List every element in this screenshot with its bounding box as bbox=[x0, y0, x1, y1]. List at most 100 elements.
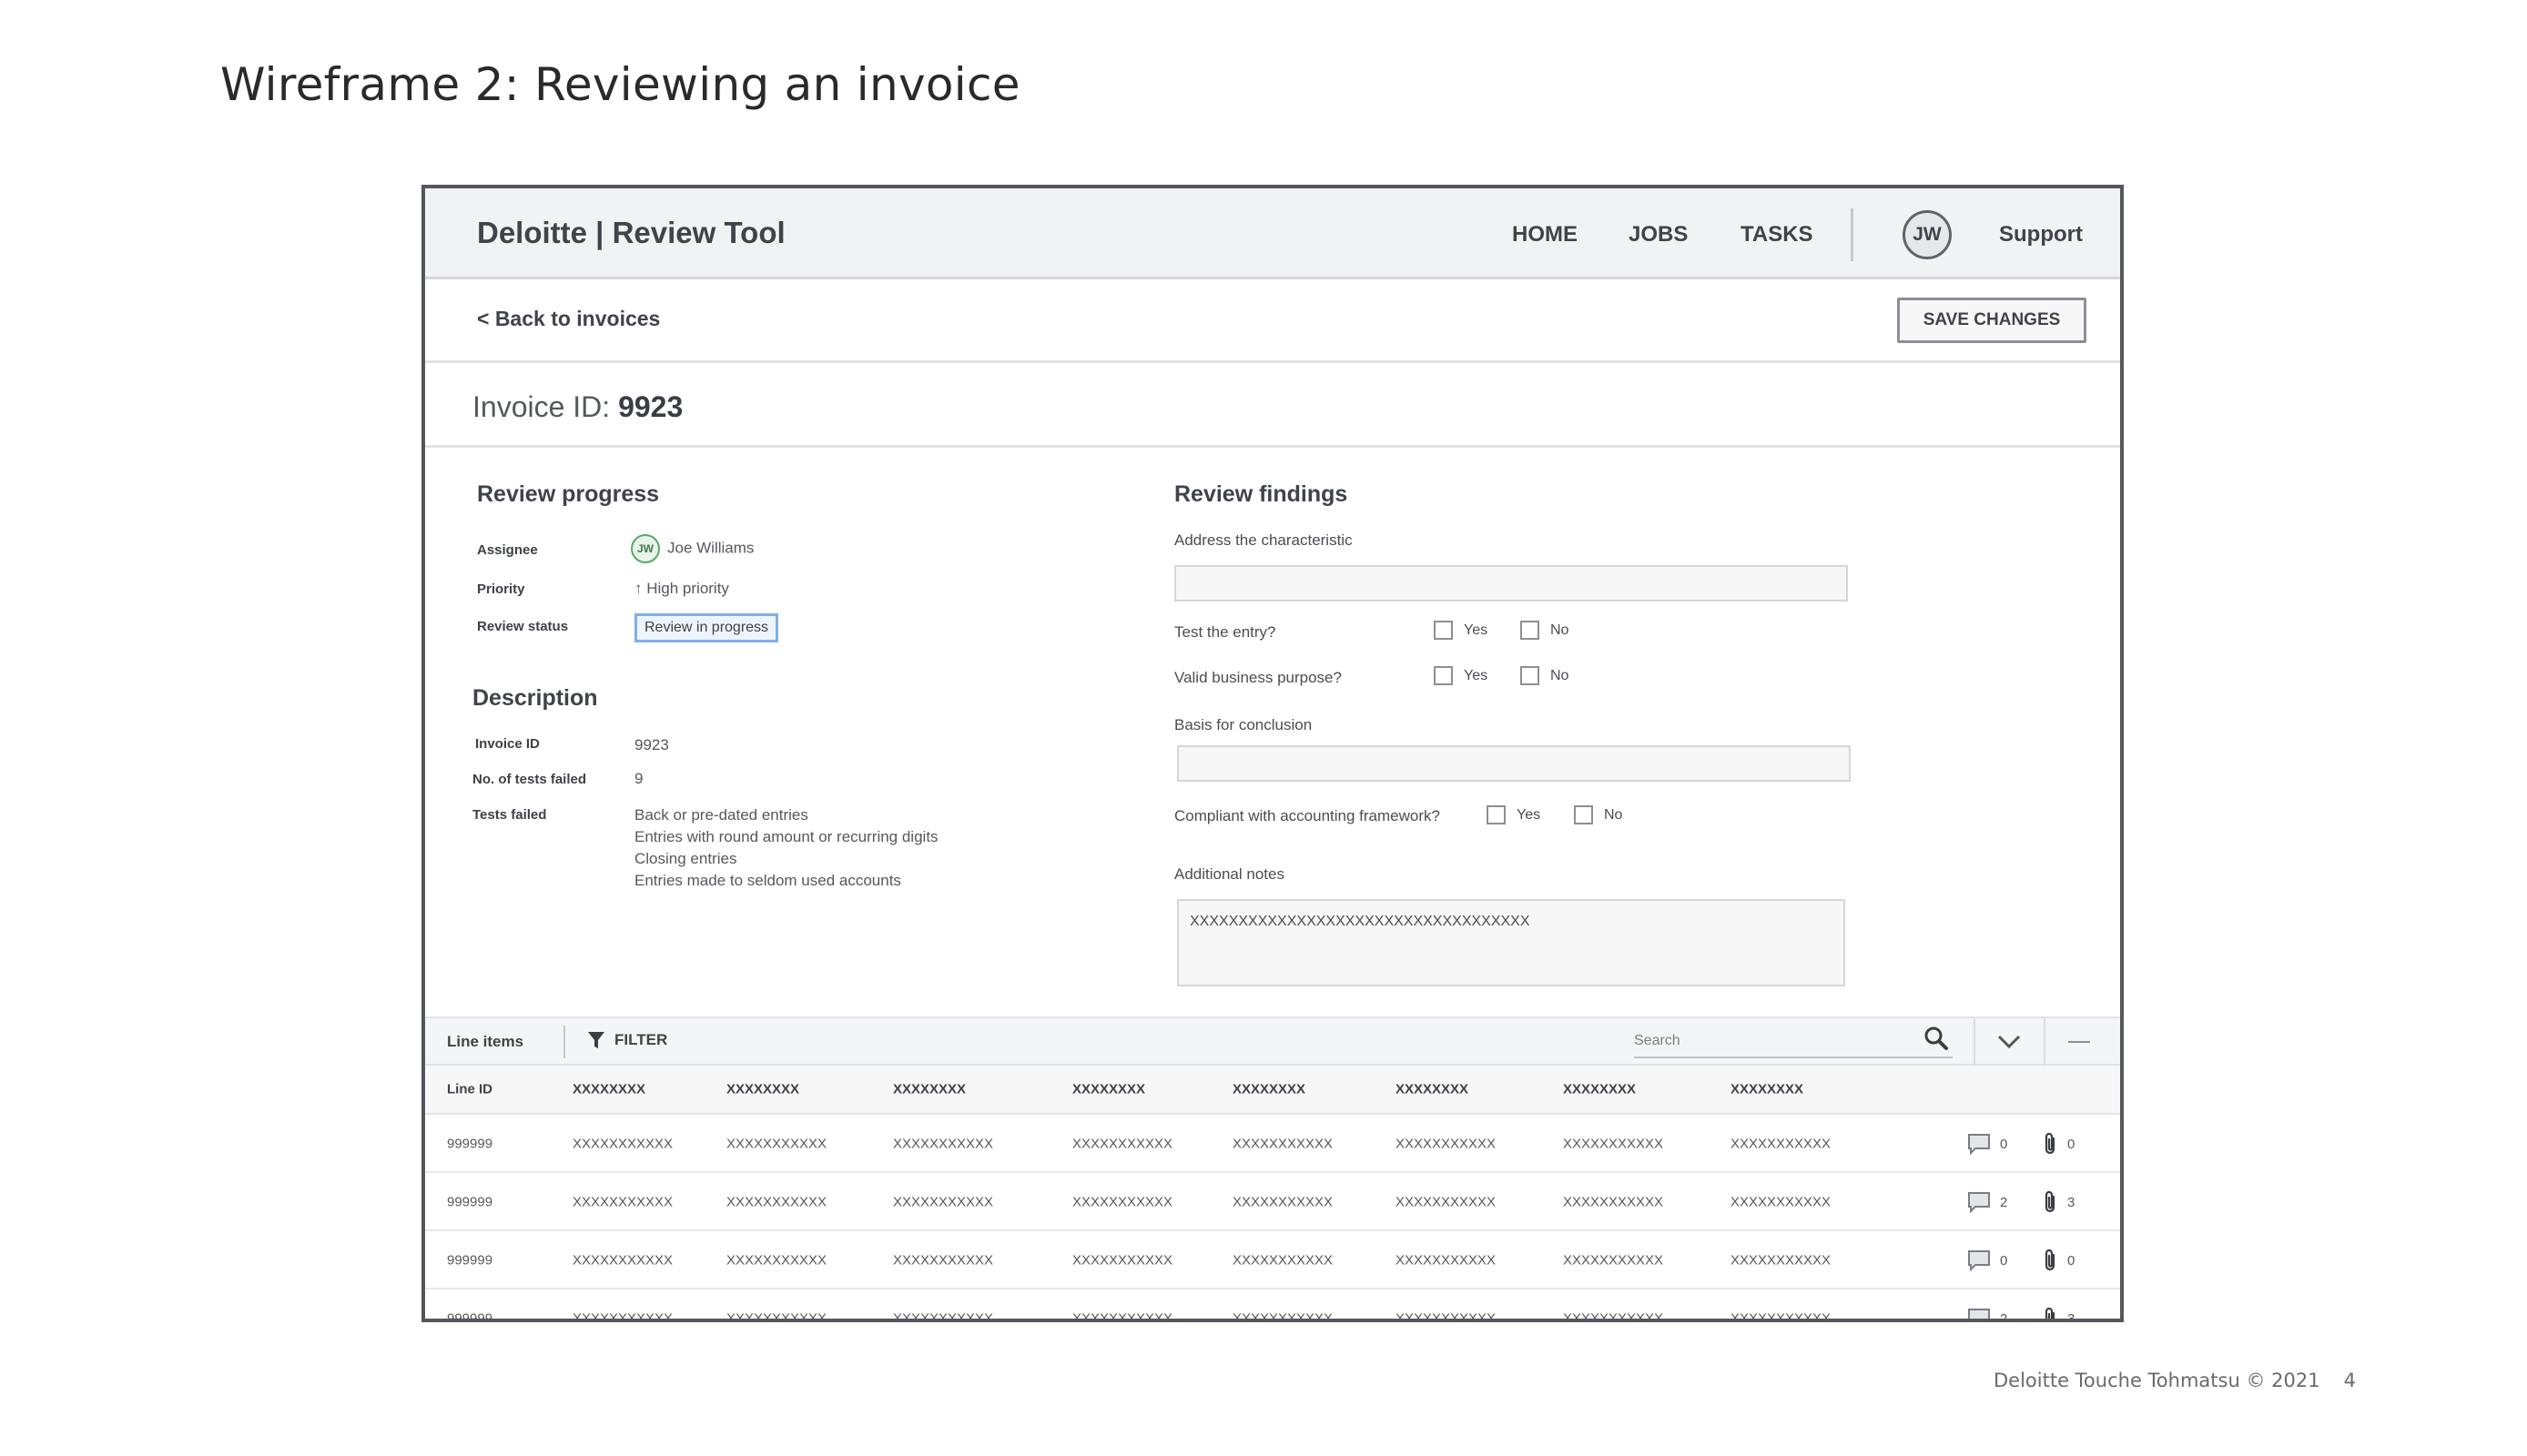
attachments-value: 0 bbox=[2067, 1136, 2075, 1152]
brand-logo[interactable]: Deloitte | Review Tool bbox=[477, 216, 786, 250]
toolbar-divider bbox=[563, 1026, 565, 1058]
review-findings-heading: Review findings bbox=[1174, 481, 1348, 507]
column-header[interactable]: XXXXXXXX bbox=[1730, 1082, 1803, 1097]
column-header[interactable]: XXXXXXXX bbox=[726, 1082, 799, 1097]
table-cell: XXXXXXXXXXX bbox=[1395, 1252, 1497, 1269]
tests-failed-count-value: 9 bbox=[634, 770, 644, 787]
table-cell: XXXXXXXXXXX bbox=[573, 1310, 674, 1322]
filter-button[interactable]: FILTER bbox=[587, 1030, 667, 1050]
review-status-select[interactable]: Review in progress bbox=[634, 613, 779, 642]
characteristic-label: Address the characteristic bbox=[1174, 531, 1353, 549]
notes-label: Additional notes bbox=[1174, 865, 1284, 883]
column-header[interactable]: XXXXXXXX bbox=[1395, 1082, 1468, 1097]
review-status-label: Review status bbox=[477, 619, 569, 634]
collapse-button[interactable] bbox=[2044, 1018, 2113, 1066]
table-cell: XXXXXXXXXXX bbox=[1395, 1136, 1497, 1152]
table-cell: XXXXXXXXXXX bbox=[573, 1136, 674, 1152]
list-item: Closing entries bbox=[634, 850, 737, 867]
business-purpose-yes-checkbox[interactable]: Yes bbox=[1434, 666, 1487, 685]
test-entry-no-checkbox[interactable]: No bbox=[1520, 621, 1568, 640]
copyright: Deloitte Touche Tohmatsu © 2021 bbox=[1994, 1370, 2320, 1391]
chevron-down-icon bbox=[1997, 1035, 2021, 1049]
save-changes-button[interactable]: SAVE CHANGES bbox=[1897, 298, 2086, 343]
attachments-count[interactable]: 0 bbox=[2042, 1131, 2075, 1157]
comment-icon bbox=[1968, 1309, 1990, 1319]
table-cell: XXXXXXXXXXX bbox=[1395, 1194, 1497, 1210]
compliant-label: Compliant with accounting framework? bbox=[1174, 807, 1440, 824]
comments-value: 0 bbox=[2000, 1252, 2008, 1269]
column-header[interactable]: XXXXXXXX bbox=[1563, 1082, 1636, 1097]
line-items-toolbar: Line items FILTER bbox=[425, 1016, 2120, 1066]
attachments-count[interactable]: 3 bbox=[2042, 1189, 2075, 1215]
paperclip-icon bbox=[2045, 1132, 2055, 1155]
compliant-yes-checkbox[interactable]: Yes bbox=[1487, 805, 1540, 824]
checkbox-label: Yes bbox=[1464, 622, 1488, 638]
slide-title: Wireframe 2: Reviewing an invoice bbox=[220, 58, 1020, 111]
checkbox-label: No bbox=[1550, 667, 1569, 683]
list-item: Entries with round amount or recurring d… bbox=[634, 828, 939, 845]
table-row[interactable]: 999999 XXXXXXXXXXX XXXXXXXXXXX XXXXXXXXX… bbox=[425, 1175, 2120, 1231]
attachments-count[interactable]: 3 bbox=[2042, 1306, 2075, 1319]
nav-home[interactable]: HOME bbox=[1512, 222, 1578, 248]
page-number: 4 bbox=[2343, 1370, 2356, 1391]
test-entry-yes-checkbox[interactable]: Yes bbox=[1434, 621, 1487, 640]
priority-text: High priority bbox=[646, 580, 729, 597]
assignee-avatar: JW bbox=[631, 534, 660, 563]
comments-count[interactable]: 0 bbox=[1967, 1133, 2007, 1155]
table-cell: XXXXXXXXXXX bbox=[726, 1136, 827, 1152]
table-cell: XXXXXXXXXXX bbox=[1072, 1252, 1173, 1269]
invoice-id-label: Invoice ID: bbox=[472, 390, 611, 423]
business-purpose-label: Valid business purpose? bbox=[1174, 669, 1342, 686]
comments-value: 2 bbox=[2000, 1194, 2008, 1210]
nav-jobs[interactable]: JOBS bbox=[1629, 222, 1688, 248]
table-cell: XXXXXXXXXXX bbox=[1395, 1310, 1497, 1322]
table-cell: XXXXXXXXXXX bbox=[726, 1194, 827, 1210]
table-cell: XXXXXXXXXXX bbox=[893, 1194, 994, 1210]
nav-tasks[interactable]: TASKS bbox=[1740, 222, 1813, 248]
column-header[interactable]: XXXXXXXX bbox=[1233, 1082, 1305, 1097]
top-nav: Deloitte | Review Tool HOME JOBS TASKS J… bbox=[425, 188, 2120, 279]
attachments-count[interactable]: 0 bbox=[2042, 1248, 2075, 1273]
column-header[interactable]: XXXXXXXX bbox=[573, 1082, 645, 1097]
table-row[interactable]: 999999 XXXXXXXXXXX XXXXXXXXXXX XXXXXXXXX… bbox=[425, 1117, 2120, 1173]
assignee-name: Joe Williams bbox=[667, 539, 755, 557]
invoice-id-value: 9923 bbox=[618, 390, 684, 423]
back-to-invoices-link[interactable]: < Back to invoices bbox=[477, 307, 660, 331]
search-input[interactable] bbox=[1634, 1026, 1907, 1057]
compliant-no-checkbox[interactable]: No bbox=[1574, 805, 1622, 824]
comments-count[interactable]: 2 bbox=[1967, 1191, 2007, 1213]
table-cell: XXXXXXXXXXX bbox=[1233, 1252, 1334, 1269]
comments-count[interactable]: 2 bbox=[1967, 1308, 2008, 1322]
table-cell: XXXXXXXXXXX bbox=[1730, 1252, 1832, 1269]
search-field bbox=[1634, 1026, 1953, 1058]
column-header[interactable]: Line ID bbox=[447, 1082, 492, 1097]
assignee-value: JW Joe Williams bbox=[631, 534, 754, 563]
user-avatar[interactable]: JW bbox=[1903, 210, 1952, 259]
paperclip-icon bbox=[2045, 1249, 2055, 1271]
table-cell: 999999 bbox=[447, 1252, 493, 1269]
comments-value: 2 bbox=[2000, 1310, 2008, 1322]
column-header[interactable]: XXXXXXXX bbox=[1072, 1082, 1145, 1097]
desc-invoice-id-label: Invoice ID bbox=[475, 736, 540, 752]
action-bar: < Back to invoices SAVE CHANGES bbox=[425, 279, 2120, 363]
expand-button[interactable] bbox=[1974, 1018, 2043, 1066]
characteristic-input[interactable] bbox=[1174, 565, 1848, 602]
basis-input[interactable] bbox=[1177, 745, 1851, 782]
table-row[interactable]: 999999 XXXXXXXXXXX XXXXXXXXXXX XXXXXXXXX… bbox=[425, 1233, 2120, 1289]
additional-notes-textarea[interactable]: XXXXXXXXXXXXXXXXXXXXXXXXXXXXXXXXXXX bbox=[1177, 899, 1845, 986]
divider bbox=[425, 445, 2120, 448]
paperclip-icon bbox=[2045, 1190, 2055, 1213]
column-header[interactable]: XXXXXXXX bbox=[893, 1082, 966, 1097]
nav-support[interactable]: Support bbox=[1999, 222, 2083, 248]
table-cell: XXXXXXXXXXX bbox=[573, 1252, 674, 1269]
table-cell: XXXXXXXXXXX bbox=[1730, 1136, 1832, 1152]
table-cell: XXXXXXXXXXX bbox=[1563, 1194, 1664, 1210]
list-item: Back or pre-dated entries bbox=[634, 806, 808, 824]
business-purpose-no-checkbox[interactable]: No bbox=[1520, 666, 1568, 685]
table-cell: XXXXXXXXXXX bbox=[1233, 1310, 1334, 1322]
table-row[interactable]: 999999 XXXXXXXXXXX XXXXXXXXXXX XXXXXXXXX… bbox=[425, 1291, 2120, 1322]
search-icon[interactable] bbox=[1923, 1026, 1949, 1051]
comments-count[interactable]: 0 bbox=[1967, 1249, 2007, 1271]
desc-invoice-id-value: 9923 bbox=[634, 736, 669, 753]
checkbox-label: No bbox=[1550, 622, 1569, 638]
